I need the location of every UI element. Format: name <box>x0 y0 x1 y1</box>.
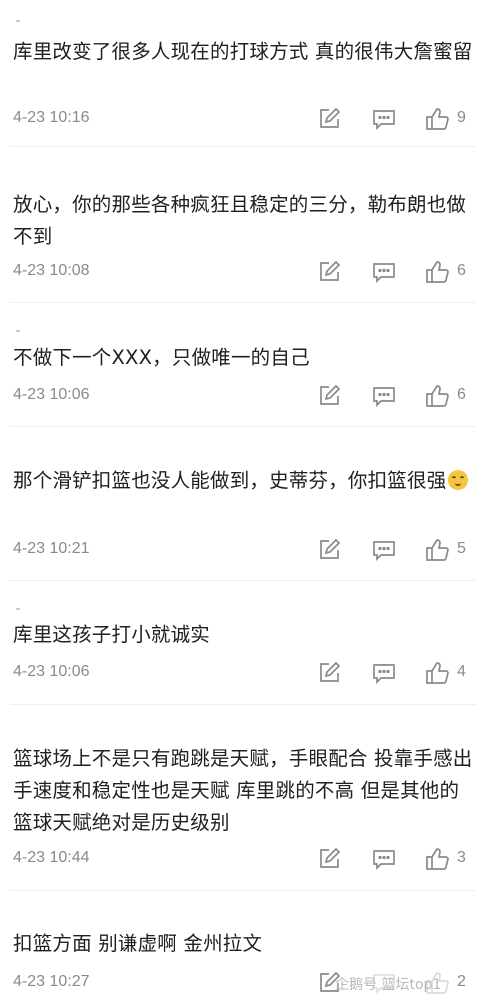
divider <box>10 704 476 705</box>
like-count: 2 <box>457 973 466 990</box>
like-count: 3 <box>457 849 466 866</box>
comment-text: 篮球场上不是只有跑跳是天赋，手眼配合 投靠手感出手速度和稳定性也是天赋 库里跳的… <box>13 747 473 834</box>
divider <box>10 146 476 147</box>
like-count: 4 <box>457 663 466 680</box>
thumbs-up-icon[interactable] <box>425 107 449 131</box>
divider <box>10 580 476 581</box>
thumbs-up-icon[interactable] <box>425 847 449 871</box>
thumbs-up-icon[interactable] <box>425 538 449 562</box>
edit-icon[interactable] <box>317 661 341 685</box>
divider <box>16 608 20 610</box>
comment-time: 4-23 10:21 <box>13 540 90 557</box>
comment-text: 库里这孩子打小就诚实 <box>13 623 211 646</box>
comment-icon[interactable] <box>372 107 396 131</box>
like-count: 9 <box>457 109 466 126</box>
divider <box>16 330 20 332</box>
thumbs-up-icon[interactable] <box>425 260 449 284</box>
doge-emoji <box>448 470 469 490</box>
edit-icon[interactable] <box>317 847 341 871</box>
edit-icon[interactable] <box>317 538 341 562</box>
comment-icon[interactable] <box>372 661 396 685</box>
comment-icon[interactable] <box>372 847 396 871</box>
comment-text-wrap: 那个滑铲扣篮也没人能做到，史蒂芬，你扣篮很强 <box>13 465 473 497</box>
thumbs-up-icon[interactable] <box>425 661 449 685</box>
like-count: 6 <box>457 386 466 403</box>
divider <box>10 426 476 427</box>
comment-meta: 4-23 10:21 5 <box>13 538 473 564</box>
comment-text: 库里改变了很多人现在的打球方式 真的很伟大詹蜜留 <box>13 40 473 63</box>
comment-meta: 4-23 10:08 6 <box>13 260 473 286</box>
comment-icon[interactable] <box>372 384 396 408</box>
comment-time: 4-23 10:06 <box>13 386 90 403</box>
watermark: 企鹅号 篮坛top1 <box>335 977 442 993</box>
comment-time: 4-23 10:44 <box>13 849 90 866</box>
comment-text: 那个滑铲扣篮也没人能做到，史蒂芬，你扣篮很强 <box>13 469 447 492</box>
comment-icon[interactable] <box>372 260 396 284</box>
thumbs-up-icon[interactable] <box>425 384 449 408</box>
comment-text: 放心，你的那些各种疯狂且稳定的三分，勒布朗也做不到 <box>13 193 467 248</box>
divider <box>10 302 476 303</box>
like-count: 6 <box>457 262 466 279</box>
comment-time: 4-23 10:08 <box>13 262 90 279</box>
comment-text: 扣篮方面 别谦虚啊 金州拉文 <box>13 932 263 955</box>
edit-icon[interactable] <box>317 260 341 284</box>
comment-meta: 4-23 10:16 9 <box>13 107 473 133</box>
divider <box>10 890 476 891</box>
comment-time: 4-23 10:16 <box>13 109 90 126</box>
comment-text: 不做下一个XXX，只做唯一的自己 <box>13 346 310 369</box>
comment-time: 4-23 10:27 <box>13 973 90 990</box>
comment-meta: 4-23 10:06 4 <box>13 661 473 687</box>
comment-icon[interactable] <box>372 538 396 562</box>
divider <box>16 20 20 22</box>
edit-icon[interactable] <box>317 107 341 131</box>
comment-time: 4-23 10:06 <box>13 663 90 680</box>
comment-meta: 4-23 10:44 3 <box>13 847 473 873</box>
edit-icon[interactable] <box>317 384 341 408</box>
like-count: 5 <box>457 540 466 557</box>
comment-meta: 4-23 10:06 6 <box>13 384 473 410</box>
